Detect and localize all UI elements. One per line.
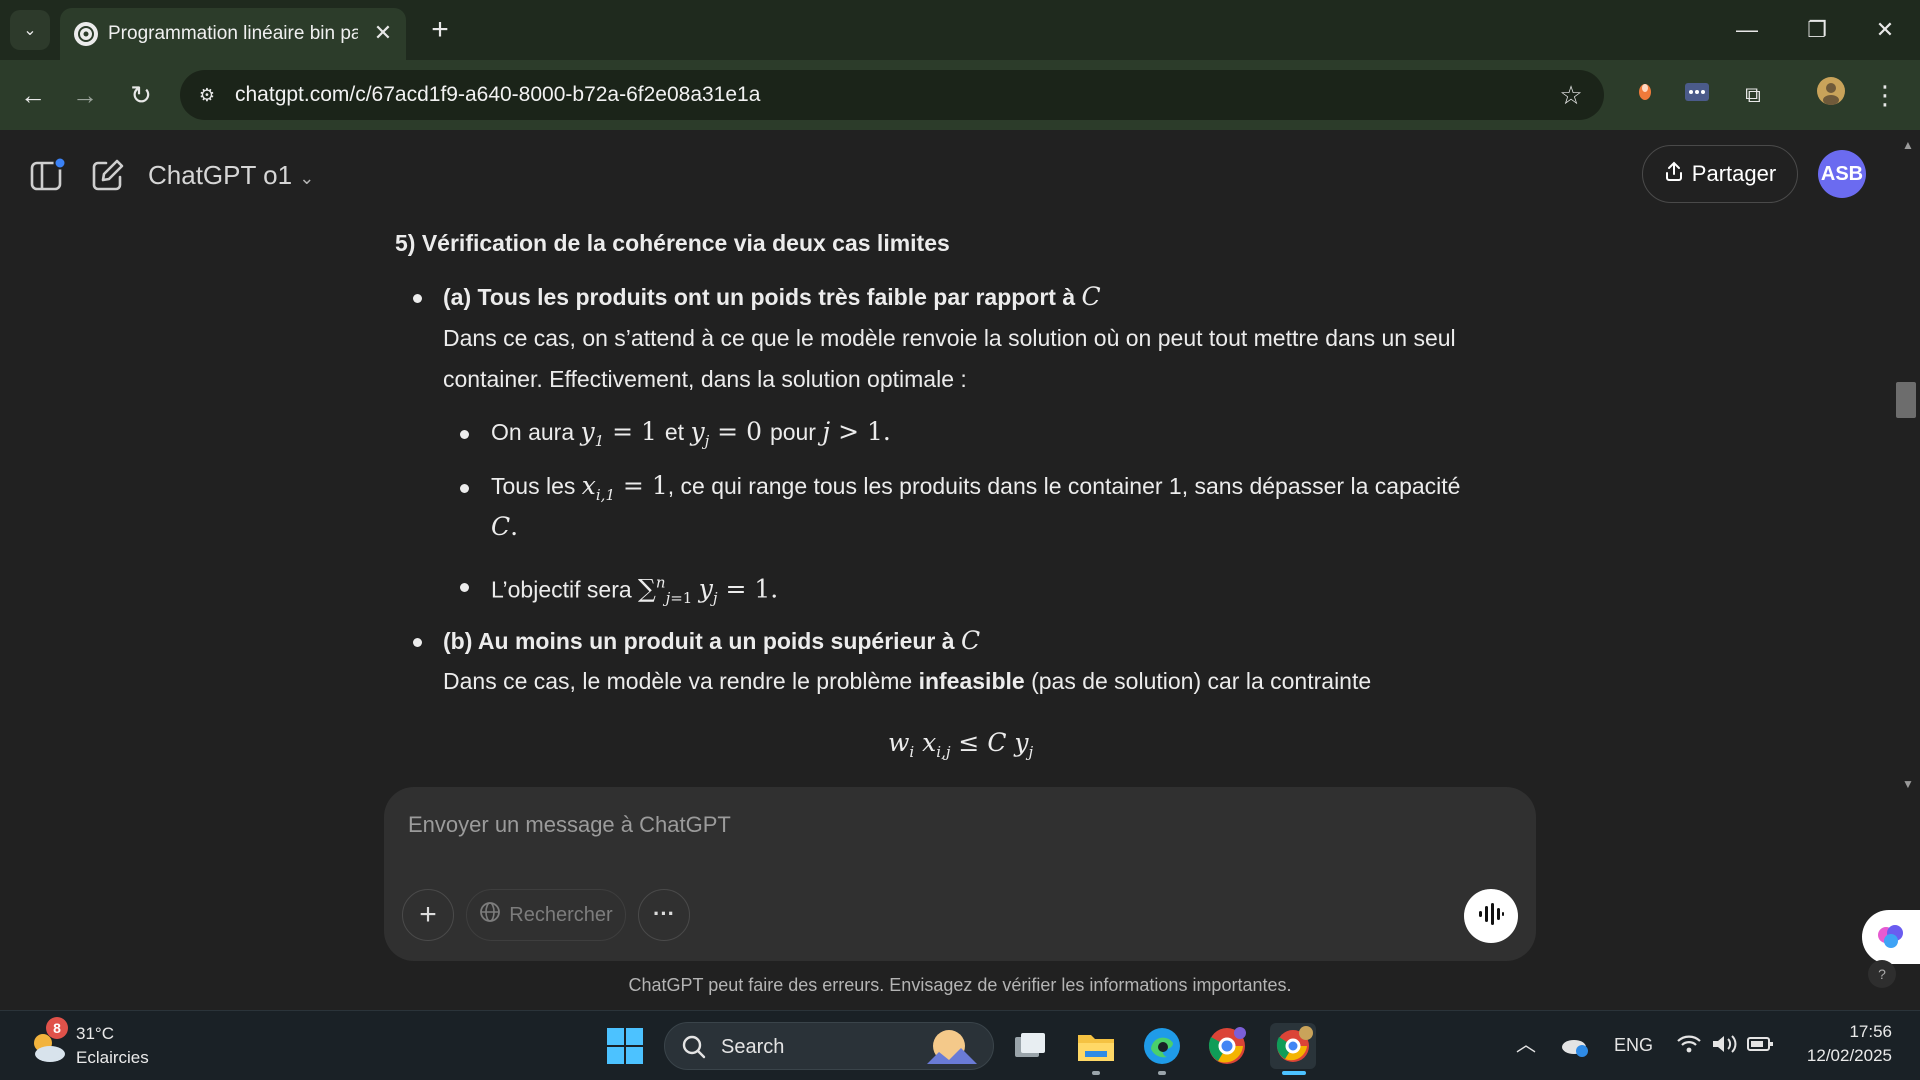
upload-icon bbox=[1664, 160, 1684, 188]
task-view-icon[interactable] bbox=[1007, 1023, 1053, 1069]
scrollbar-thumb[interactable] bbox=[1896, 382, 1916, 418]
browser-menu-icon[interactable]: ⋮ bbox=[1866, 76, 1904, 114]
conversation-content: 5) Vérification de la cohérence via deux… bbox=[0, 215, 1920, 780]
chevron-down-icon: ⌄ bbox=[299, 168, 315, 188]
windows-start-icon[interactable] bbox=[606, 1027, 644, 1065]
avatar[interactable]: ASB bbox=[1818, 150, 1866, 198]
math-yj: yj bbox=[690, 417, 710, 450]
case-a-paragraph-line2: container. Effectivement, dans la soluti… bbox=[443, 366, 967, 392]
message-composer: + Rechercher ··· bbox=[384, 787, 1536, 961]
taskbar-search-label: Search bbox=[721, 1036, 785, 1058]
math-capacity: C bbox=[491, 512, 511, 541]
voice-wave-icon bbox=[1477, 902, 1505, 931]
case-a-item1: On aura y1 = 1 et yj = 0 pour j > 1. bbox=[491, 417, 891, 450]
math-j: j bbox=[822, 417, 831, 446]
tab-title: Programmation linéaire bin pac bbox=[108, 23, 358, 44]
constraint-equation: wi xi,j ≤ C yj bbox=[888, 728, 1034, 761]
battery-icon[interactable] bbox=[1746, 1033, 1774, 1059]
model-name: ChatGPT o1 bbox=[148, 160, 293, 190]
bullet bbox=[460, 583, 469, 592]
case-b-paragraph: Dans ce cas, le modèle va rendre le prob… bbox=[443, 668, 1372, 694]
new-tab-button[interactable]: + bbox=[422, 12, 458, 48]
language-indicator[interactable]: ENG bbox=[1614, 1033, 1653, 1057]
math-sum: ∑nj=1 bbox=[638, 574, 693, 608]
scroll-down-arrow-icon[interactable]: ▼ bbox=[1900, 777, 1916, 793]
profile-avatar-icon[interactable] bbox=[1812, 76, 1850, 114]
bullet bbox=[460, 430, 469, 439]
section-title: 5) Vérification de la cohérence via deux… bbox=[395, 230, 950, 256]
clock-date[interactable]: 12/02/2025 bbox=[1780, 1045, 1892, 1067]
search-label: Rechercher bbox=[509, 903, 613, 926]
case-a-item3: L’objectif sera ∑nj=1 yj = 1. bbox=[491, 574, 779, 608]
minimize-icon[interactable]: — bbox=[1724, 10, 1770, 50]
edge-browser-icon[interactable] bbox=[1139, 1023, 1185, 1069]
case-b-title: (b) Au moins un produit a un poids supér… bbox=[443, 628, 955, 654]
tab-search-button[interactable]: ⌄ bbox=[10, 10, 50, 50]
extension-dots-icon[interactable] bbox=[1678, 76, 1716, 114]
volume-icon[interactable] bbox=[1710, 1033, 1738, 1059]
attach-button[interactable]: + bbox=[402, 889, 454, 941]
forward-arrow-icon[interactable]: → bbox=[66, 76, 104, 114]
running-indicator bbox=[1158, 1071, 1166, 1075]
case-a-title-line: (a) Tous les produits ont un poids très … bbox=[443, 281, 1101, 313]
voice-mode-button[interactable] bbox=[1464, 889, 1518, 943]
active-indicator bbox=[1282, 1071, 1306, 1075]
back-arrow-icon[interactable]: ← bbox=[14, 76, 52, 114]
onedrive-icon[interactable] bbox=[1560, 1033, 1590, 1059]
reload-icon[interactable]: ↻ bbox=[122, 76, 160, 114]
site-info-icon[interactable]: ⚙ bbox=[194, 82, 220, 108]
browser-toolbar: ← → ↻ ⚙ chatgpt.com/c/67acd1f9-a640-8000… bbox=[0, 60, 1920, 130]
taskbar-search-box[interactable]: Search bbox=[664, 1022, 994, 1070]
chevron-down-icon: ⌄ bbox=[23, 22, 37, 39]
share-label: Partager bbox=[1691, 161, 1777, 186]
window-close-icon[interactable]: ✕ bbox=[1862, 10, 1908, 50]
chatgpt-favicon-icon bbox=[74, 22, 98, 46]
chrome-profile-icon[interactable] bbox=[1204, 1023, 1250, 1069]
url-text[interactable]: chatgpt.com/c/67acd1f9-a640-8000-b72a-6f… bbox=[235, 82, 760, 108]
share-button[interactable]: Partager bbox=[1642, 145, 1798, 203]
chevron-up-icon[interactable]: ︿ bbox=[1512, 1031, 1540, 1059]
restore-icon[interactable]: ❐ bbox=[1794, 10, 1840, 50]
math-capacity: C bbox=[960, 626, 981, 655]
taskbar: 8 31°C Eclaircies Search ︿ ENG 17:56 12/… bbox=[0, 1010, 1920, 1080]
floating-assistant-widget[interactable] bbox=[1862, 910, 1920, 964]
weather-description[interactable]: Eclaircies bbox=[76, 1047, 149, 1069]
weather-temperature[interactable]: 31°C bbox=[76, 1023, 114, 1045]
browser-tab[interactable]: Programmation linéaire bin pac ✕ bbox=[60, 8, 406, 60]
new-chat-icon[interactable] bbox=[88, 155, 128, 195]
disclaimer-text: ChatGPT peut faire des erreurs. Envisage… bbox=[628, 975, 1292, 995]
address-bar[interactable]: ⚙ chatgpt.com/c/67acd1f9-a640-8000-b72a-… bbox=[180, 70, 1604, 120]
help-icon[interactable]: ? bbox=[1868, 960, 1896, 988]
message-input[interactable] bbox=[408, 807, 1508, 843]
browser-tab-bar: ⌄ Programmation linéaire bin pac ✕ + — ❐… bbox=[0, 0, 1920, 60]
sidebar-toggle-icon[interactable] bbox=[28, 155, 68, 195]
case-a-item2: Tous les xi,1 = 1, ce qui range tous les… bbox=[491, 471, 1461, 504]
file-explorer-icon[interactable] bbox=[1073, 1023, 1119, 1069]
search-button[interactable]: Rechercher bbox=[466, 889, 626, 941]
bookmark-star-icon[interactable]: ☆ bbox=[1556, 80, 1586, 110]
clock-time[interactable]: 17:56 bbox=[1780, 1021, 1892, 1043]
globe-icon bbox=[479, 901, 501, 929]
bullet bbox=[460, 484, 469, 493]
bullet bbox=[413, 638, 422, 647]
extension-icon[interactable] bbox=[1626, 76, 1664, 114]
case-b-title-line: (b) Au moins un produit a un poids supér… bbox=[443, 625, 980, 657]
bullet bbox=[413, 294, 422, 303]
math-xi1: xi,1 bbox=[581, 471, 615, 504]
case-a-paragraph-line1: Dans ce cas, on s’attend à ce que le mod… bbox=[443, 325, 1456, 351]
extensions-puzzle-icon[interactable]: ⧉ bbox=[1734, 76, 1772, 114]
model-selector[interactable]: ChatGPT o1 ⌄ bbox=[148, 155, 314, 195]
case-a-title: (a) Tous les produits ont un poids très … bbox=[443, 284, 1076, 310]
math-y1: y1 bbox=[580, 417, 605, 450]
chrome-active-icon[interactable] bbox=[1270, 1023, 1316, 1069]
scroll-up-arrow-icon[interactable]: ▲ bbox=[1900, 138, 1916, 154]
more-options-button[interactable]: ··· bbox=[638, 889, 690, 941]
weather-badge: 8 bbox=[46, 1017, 68, 1039]
wifi-icon[interactable] bbox=[1676, 1033, 1704, 1059]
running-indicator bbox=[1092, 1071, 1100, 1075]
tab-close-icon[interactable]: ✕ bbox=[368, 18, 398, 48]
case-a-item2-cont: C. bbox=[491, 512, 519, 541]
math-capacity: C bbox=[1081, 282, 1101, 311]
